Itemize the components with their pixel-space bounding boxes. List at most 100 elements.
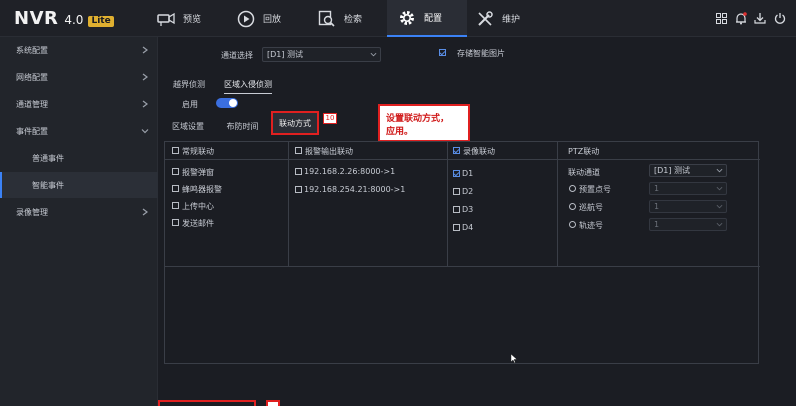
chevron-right-icon	[142, 73, 148, 81]
preset-value: 1	[654, 184, 660, 193]
alarm-output-header: 报警输出联动	[305, 147, 353, 156]
step-badge: 10	[323, 113, 337, 124]
chevron-right-icon	[142, 46, 148, 54]
tools-icon	[476, 10, 494, 28]
nav-label: 预览	[183, 15, 202, 25]
nav-search[interactable]: 检索	[318, 0, 388, 37]
sidebar-item-smart-event[interactable]: 智能事件	[0, 172, 158, 198]
download-icon[interactable]	[753, 11, 767, 25]
cruise-select[interactable]: 1	[649, 200, 727, 213]
playback-icon	[237, 10, 255, 28]
normal-linkage-all-checkbox[interactable]	[172, 147, 179, 154]
sidebar-item-network[interactable]: 网络配置	[0, 64, 158, 90]
chevron-down-icon	[141, 129, 149, 134]
column-divider	[447, 142, 448, 267]
ptz-channel-label: 联动通道	[568, 168, 600, 177]
track-value: 1	[654, 220, 660, 229]
cruise-value: 1	[654, 202, 660, 211]
enable-label: 启用	[182, 100, 198, 109]
top-bar: NVR 4.0 Lite 预览 回放 检索 配置 维护	[0, 0, 796, 37]
send-email-checkbox[interactable]	[172, 219, 179, 226]
record-d1-checkbox[interactable]	[453, 170, 460, 177]
header-divider	[165, 159, 760, 160]
upload-center-checkbox[interactable]	[172, 202, 179, 209]
ptz-channel-select[interactable]: [D1] 测试	[649, 164, 727, 177]
sidebar-item-label: 系统配置	[16, 45, 48, 55]
chevron-down-icon	[716, 204, 723, 209]
callout-line-2: 应用。	[386, 127, 414, 137]
sidebar-item-channel[interactable]: 通道管理	[0, 91, 158, 117]
tab-region-settings[interactable]: 区域设置	[161, 117, 215, 135]
sidebar-item-label: 普通事件	[32, 153, 64, 163]
record-d2-label: D2	[462, 187, 474, 196]
enable-toggle[interactable]	[216, 98, 238, 108]
ptz-channel-value: [D1] 测试	[654, 166, 691, 175]
alarm-output-2-checkbox[interactable]	[295, 186, 302, 193]
preset-label: 预置点号	[579, 185, 611, 194]
sidebar: 系统配置 网络配置 通道管理 事件配置 普通事件 智能事件 录像管理	[0, 37, 158, 406]
column-divider	[557, 142, 558, 267]
section-divider	[165, 266, 760, 267]
camera-icon	[157, 10, 175, 28]
annotation-callout: 设置联动方式， 应用。	[378, 104, 470, 142]
track-select[interactable]: 1	[649, 218, 727, 231]
record-d2-checkbox[interactable]	[453, 188, 460, 195]
channel-label: 通道选择	[221, 51, 253, 60]
power-icon[interactable]	[773, 11, 787, 25]
record-d4-checkbox[interactable]	[453, 224, 460, 231]
sidebar-item-label: 智能事件	[32, 180, 64, 190]
alarm-output-2-label: 192.168.254.21:8000->1	[304, 185, 406, 194]
channel-select[interactable]: [D1] 测试	[262, 47, 381, 62]
record-linkage-all-checkbox[interactable]	[453, 147, 460, 154]
edition-badge: Lite	[88, 16, 114, 27]
nav-label: 配置	[424, 14, 443, 24]
chevron-down-icon	[716, 168, 723, 173]
nav-label: 检索	[344, 15, 363, 25]
preset-select[interactable]: 1	[649, 182, 727, 195]
cruise-radio[interactable]	[569, 203, 576, 210]
annotation-highlight-apply	[158, 400, 256, 406]
track-radio[interactable]	[569, 221, 576, 228]
alarm-output-all-checkbox[interactable]	[295, 147, 302, 154]
tab-label: 联动方式	[279, 118, 311, 128]
nav-config[interactable]: 配置	[387, 0, 467, 37]
app-logo: NVR 4.0 Lite	[14, 8, 114, 29]
sidebar-item-record[interactable]: 录像管理	[0, 199, 158, 225]
grid-icon[interactable]	[714, 11, 728, 25]
sidebar-item-normal-event[interactable]: 普通事件	[0, 145, 158, 171]
preset-radio[interactable]	[569, 185, 576, 192]
tab-arming-schedule[interactable]: 布防时间	[215, 117, 270, 135]
app-version: 4.0	[64, 13, 84, 27]
chevron-right-icon	[142, 208, 148, 216]
tab-linkage-method[interactable]: 联动方式	[271, 111, 319, 135]
callout-line-1: 设置联动方式，	[386, 114, 450, 124]
nav-playback[interactable]: 回放	[237, 0, 307, 37]
chevron-down-icon	[370, 52, 377, 57]
tab-label: 区域设置	[172, 121, 204, 131]
tab-region-intrusion[interactable]: 区域入侵侦测	[224, 79, 272, 94]
bell-icon[interactable]	[734, 11, 748, 25]
buzzer-alarm-checkbox[interactable]	[172, 185, 179, 192]
column-divider	[288, 142, 289, 267]
active-indicator	[0, 172, 2, 198]
nav-label: 维护	[502, 15, 521, 25]
sidebar-item-system[interactable]: 系统配置	[0, 37, 158, 63]
gear-icon	[398, 9, 416, 27]
linkage-panel: 常规联动 报警弹窗 蜂鸣器报警 上传中心 发送邮件 报警输出联动 192.168…	[164, 141, 760, 364]
alarm-popup-checkbox[interactable]	[172, 168, 179, 175]
record-d3-checkbox[interactable]	[453, 206, 460, 213]
buzzer-alarm-label: 蜂鸣器报警	[182, 185, 222, 194]
record-linkage-header: 录像联动	[463, 147, 495, 156]
app-name: NVR	[14, 8, 59, 29]
nav-maintenance[interactable]: 维护	[476, 0, 546, 37]
alarm-output-1-checkbox[interactable]	[295, 168, 302, 175]
nav-preview[interactable]: 预览	[157, 0, 227, 37]
chevron-down-icon	[716, 186, 723, 191]
tab-line-crossing[interactable]: 越界侦测	[173, 79, 205, 94]
store-picture-checkbox[interactable]	[439, 49, 446, 56]
sidebar-item-label: 通道管理	[16, 99, 48, 109]
search-icon	[318, 10, 336, 28]
sidebar-item-event[interactable]: 事件配置	[0, 118, 158, 144]
record-d1-label: D1	[462, 169, 474, 178]
normal-linkage-header: 常规联动	[182, 147, 214, 156]
